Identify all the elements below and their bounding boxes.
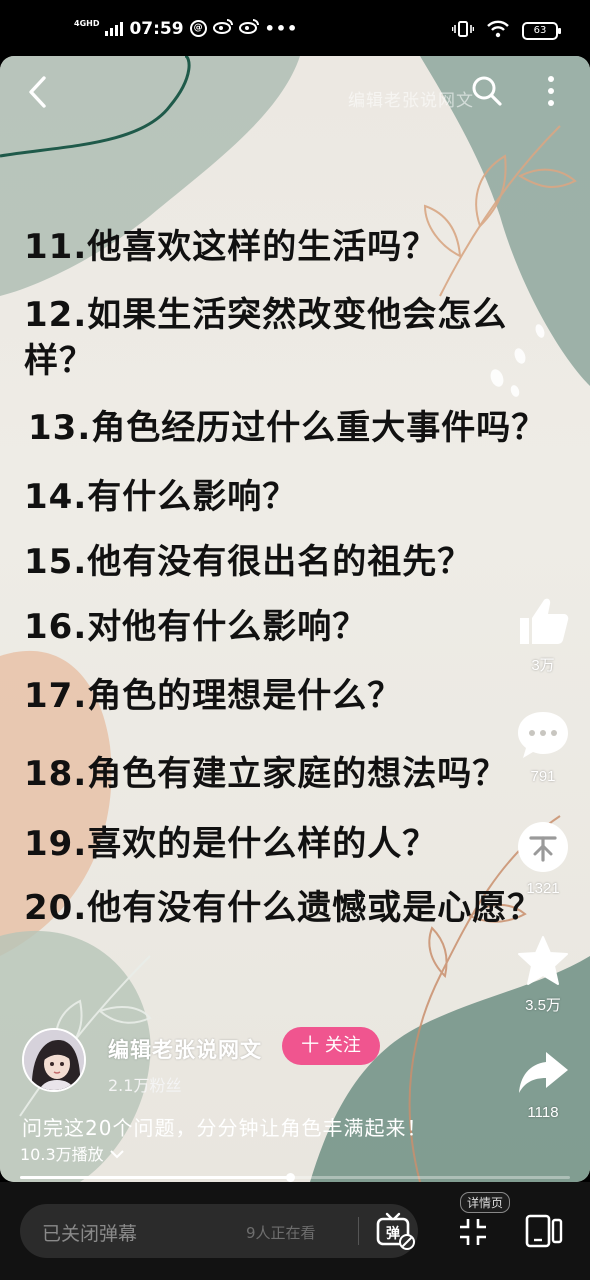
favorite-count: 3.5万 — [525, 997, 561, 1014]
network-type: 4GHD — [74, 18, 100, 28]
dislike-count: 1321 — [526, 880, 560, 897]
share-button[interactable]: 1118 — [510, 1048, 576, 1121]
bottom-bar: 已关闭弹幕 9人正在看 弹 详情页 — [0, 1182, 590, 1280]
chevron-down-icon — [109, 1145, 125, 1164]
question-item: 15.他有没有很出名的祖先？ — [24, 542, 473, 582]
progress-fill — [20, 1176, 290, 1179]
comment-count: 791 — [530, 768, 556, 785]
split-view-icon[interactable] — [525, 1214, 563, 1252]
question-item: 13.角色经历过什么重大事件吗？ — [28, 408, 547, 448]
watching-count: 9人正在看 — [246, 1224, 316, 1242]
status-bar: 4GHD 07:59 @ ••• 63 — [0, 0, 590, 56]
question-item: 17.角色的理想是什么？ — [24, 676, 403, 716]
question-item: 12.如果生活突然改变他会怎么 — [24, 295, 508, 335]
question-item: 14.有什么影响？ — [24, 477, 298, 517]
star-icon — [516, 936, 570, 992]
comment-icon — [515, 712, 571, 766]
wifi-icon — [486, 20, 510, 42]
collapse-icon[interactable] — [457, 1216, 489, 1252]
divider — [358, 1217, 359, 1245]
thumbs-up-icon — [516, 598, 570, 652]
like-button[interactable]: 3万 — [510, 594, 576, 675]
clock: 07:59 — [129, 18, 184, 39]
danmaku-toggle-button[interactable]: 弹 — [375, 1212, 415, 1250]
favorite-button[interactable]: 3.5万 — [510, 934, 576, 1015]
share-arrow-icon — [516, 1052, 570, 1102]
video-description[interactable]: 问完这20个问题，分分钟让角色丰满起来！ — [22, 1112, 427, 1141]
question-item: 18.角色有建立家庭的想法吗？ — [24, 754, 508, 794]
share-count: 1118 — [527, 1104, 559, 1121]
detail-tag[interactable]: 详情页 — [460, 1192, 511, 1213]
weibo-icon-2 — [238, 18, 259, 39]
status-right: 63 — [451, 20, 561, 42]
question-item: 19.喜欢的是什么样的人？ — [24, 824, 438, 864]
search-icon[interactable] — [470, 74, 504, 112]
progress-bar[interactable] — [20, 1173, 570, 1182]
question-item: 11.他喜欢这样的生活吗？ — [24, 227, 438, 267]
question-item: 16.对他有什么影响？ — [24, 607, 368, 647]
progress-knob[interactable] — [285, 1173, 295, 1182]
status-left: 4GHD 07:59 @ ••• — [74, 18, 298, 39]
question-item: 样？ — [24, 341, 94, 381]
dislike-button[interactable]: 1321 — [510, 820, 576, 897]
dislike-icon — [516, 822, 570, 878]
danmaku-toggle-label: 弹 — [386, 1226, 400, 1242]
fan-count: 2.1万粉丝 — [108, 1076, 182, 1095]
author-name[interactable]: 编辑老张说网文 — [108, 1034, 262, 1064]
comment-button[interactable]: 791 — [510, 708, 576, 785]
play-count-text: 10.3万播放 — [20, 1145, 104, 1164]
play-count[interactable]: 10.3万播放 — [20, 1141, 125, 1165]
more-notifications-icon: ••• — [264, 19, 299, 38]
vibrate-icon — [451, 20, 475, 42]
more-options-icon[interactable] — [544, 74, 558, 112]
danmaku-input[interactable]: 已关闭弹幕 9人正在看 弹 — [20, 1204, 418, 1258]
follow-button[interactable]: 十 关注 — [282, 1027, 380, 1065]
like-count: 3万 — [531, 657, 555, 674]
signal-icon — [105, 21, 124, 36]
danmaku-placeholder: 已关闭弹幕 — [42, 1223, 138, 1245]
weibo-icon — [212, 18, 233, 39]
video-content[interactable]: 编辑老张说网文 11.他喜欢这样的生活吗？ 12.如果生活突然改变他会怎么 样？… — [0, 56, 590, 1182]
watermark: 编辑老张说网文 — [348, 91, 474, 111]
author-avatar[interactable] — [22, 1028, 86, 1092]
battery-icon: 63 — [522, 22, 561, 40]
back-icon[interactable] — [24, 74, 52, 114]
notification-app-icon: @ — [189, 20, 207, 37]
question-item: 20.他有没有什么遗憾或是心愿？ — [24, 888, 543, 928]
